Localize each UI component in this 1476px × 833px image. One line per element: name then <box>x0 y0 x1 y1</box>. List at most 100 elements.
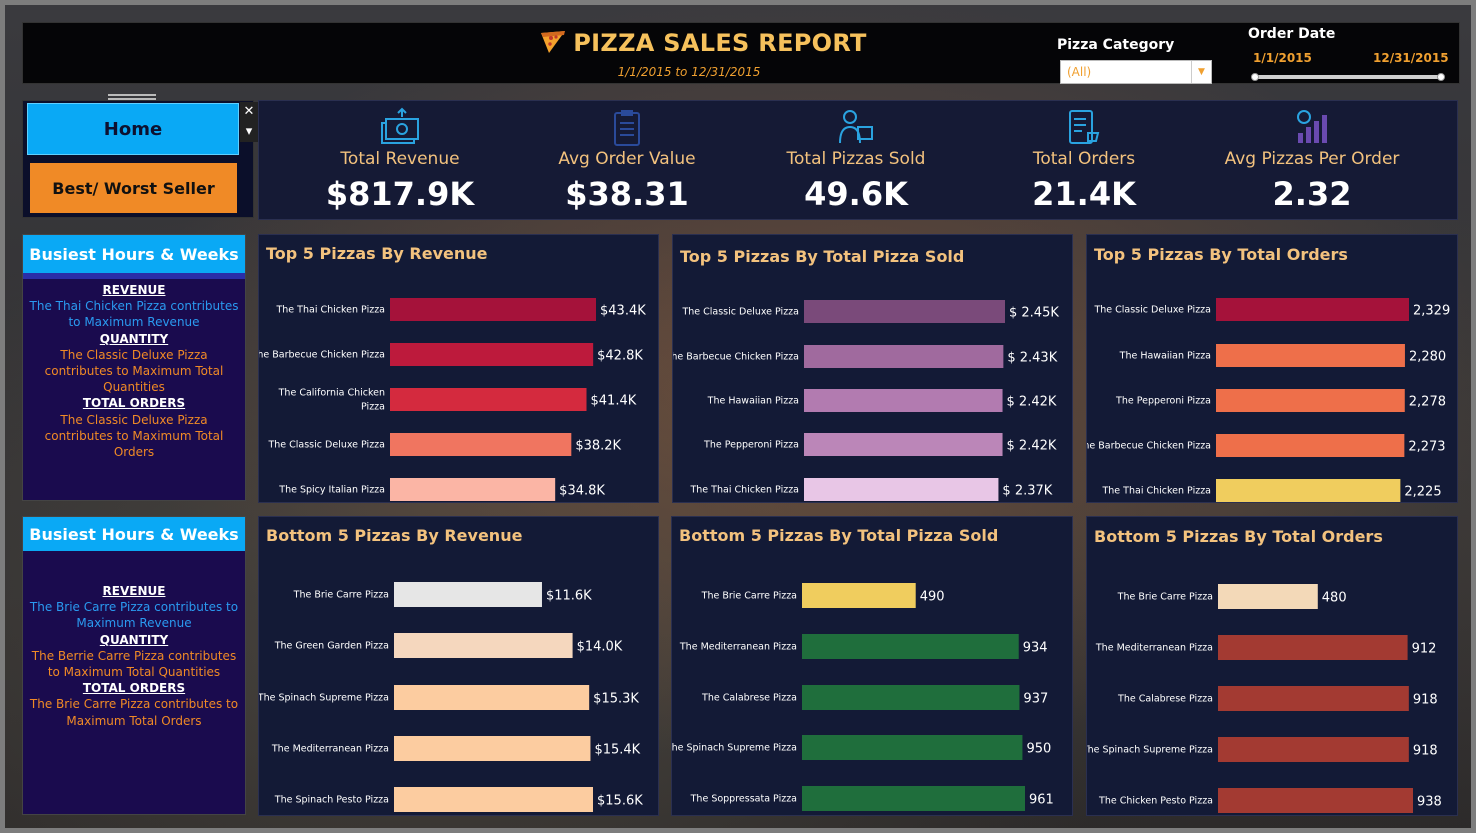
data-label: $15.4K <box>594 743 640 758</box>
category-label: The Thai Chicken Pizza <box>275 305 385 316</box>
bar[interactable] <box>390 343 594 366</box>
kpi-avg-pizzas-per-order: Avg Pizzas Per Order 2.32 <box>1197 101 1427 213</box>
bar-chart-svg: The Brie Carre Pizza 480 The Mediterranean… <box>1087 584 1442 813</box>
data-label: 480 <box>1322 591 1347 606</box>
bar[interactable] <box>1216 434 1405 457</box>
category-label: The Barbecue Chicken Pizza <box>1087 441 1211 452</box>
bar[interactable] <box>1218 788 1413 813</box>
chart-bottom5-revenue: Bottom 5 Pizzas By Revenue The Brie Carr… <box>258 516 659 816</box>
data-label: 912 <box>1412 642 1437 657</box>
kpi-value: 21.4K <box>1032 175 1136 213</box>
insights-panel-bottom: Busiest Hours & Weeks REVENUE The Brie C… <box>22 516 246 815</box>
orders-insight: The Classic Deluxe Pizza contributes to … <box>44 412 224 460</box>
close-icon[interactable]: ✕ <box>240 102 258 120</box>
category-label: The Pepperoni Pizza <box>1115 396 1211 407</box>
bar-chart-svg: The Brie Carre Pizza $11.6K The Green Gard… <box>259 582 643 812</box>
category-label: The Classic Deluxe Pizza <box>681 307 799 318</box>
chart-bottom5-orders: Bottom 5 Pizzas By Total Orders The Brie… <box>1086 516 1458 816</box>
bar-chart-svg: The Classic Deluxe Pizza $ 2.45K The Barbe… <box>673 300 1059 501</box>
bar[interactable] <box>802 735 1023 760</box>
title-text: PIZZA SALES REPORT <box>573 29 867 57</box>
page-title: PIZZA SALES REPORT <box>23 29 1383 57</box>
bar[interactable] <box>390 298 596 321</box>
category-label: The California Chicken Pizza <box>278 388 385 413</box>
bar[interactable] <box>804 300 1005 323</box>
bar[interactable] <box>1216 298 1409 321</box>
order-date-slider-track[interactable] <box>1254 75 1444 79</box>
bar[interactable] <box>394 736 591 761</box>
bar[interactable] <box>390 433 572 456</box>
bar[interactable] <box>804 389 1003 412</box>
data-label: $ 2.37K <box>1002 484 1052 499</box>
chevron-down-icon[interactable]: ▼ <box>1191 61 1211 83</box>
category-label: The Hawaiian Pizza <box>707 396 799 407</box>
data-label: $ 2.43K <box>1007 351 1057 366</box>
category-label: The Classic Deluxe Pizza <box>267 440 385 451</box>
pizza-category-label: Pizza Category <box>1057 37 1175 53</box>
bar[interactable] <box>804 345 1004 368</box>
category-label: The Thai Chicken Pizza <box>1101 486 1211 497</box>
order-date-slider-start-handle[interactable] <box>1251 73 1259 81</box>
bar[interactable] <box>394 633 573 658</box>
kpi-value: $817.9K <box>325 175 475 213</box>
home-button[interactable]: Home <box>27 103 239 155</box>
category-label: The Barbecue Chicken Pizza <box>259 350 385 361</box>
kpi-label: Avg Pizzas Per Order <box>1224 149 1400 169</box>
revenue-insight: The Thai Chicken Pizza contributes to Ma… <box>29 299 239 330</box>
insights-body: REVENUE The Thai Chicken Pizza contribut… <box>29 282 239 460</box>
pizza-category-value: (All) <box>1067 65 1092 79</box>
quantity-heading: QUANTITY <box>99 632 169 647</box>
kpi-total-pizzas-sold: Total Pizzas Sold 49.6K <box>741 101 971 213</box>
orders-heading: TOTAL ORDERS <box>82 681 186 696</box>
data-label: $ 2.45K <box>1009 306 1059 321</box>
category-label: The Barbecue Chicken Pizza <box>673 352 799 363</box>
growth-chart-icon <box>1297 110 1327 143</box>
bar[interactable] <box>1218 635 1408 660</box>
bar[interactable] <box>804 478 999 501</box>
bar[interactable] <box>1216 389 1405 412</box>
clipboard-icon <box>614 110 640 146</box>
bar[interactable] <box>394 787 593 812</box>
close-panel-button[interactable]: ✕ ▾ <box>240 102 258 142</box>
bar[interactable] <box>802 634 1019 659</box>
revenue-heading: REVENUE <box>102 584 166 598</box>
bar[interactable] <box>802 685 1020 710</box>
data-label: $34.8K <box>559 484 605 499</box>
bar[interactable] <box>394 582 542 607</box>
data-label: $43.4K <box>600 304 646 319</box>
bar[interactable] <box>802 786 1025 811</box>
data-label: $15.6K <box>597 794 643 809</box>
bar[interactable] <box>390 478 556 501</box>
kpi-avg-order-value: Avg Order Value $38.31 <box>512 101 742 213</box>
drag-handle[interactable] <box>108 92 156 102</box>
data-label: 918 <box>1413 693 1438 708</box>
pizza-category-dropdown[interactable]: (All) ▼ <box>1060 60 1212 84</box>
category-label: The Brie Carre Pizza <box>293 590 389 601</box>
data-label: 490 <box>920 590 945 605</box>
category-label: The Spinach Pesto Pizza <box>274 795 389 806</box>
bar[interactable] <box>802 583 916 608</box>
data-label: $14.0K <box>577 640 623 655</box>
menu-arrow-icon[interactable]: ▾ <box>240 124 258 140</box>
category-label: The Thai Chicken Pizza <box>689 485 799 496</box>
revenue-heading: REVENUE <box>102 283 166 297</box>
data-label: 2,225 <box>1404 485 1441 500</box>
data-label: $41.4K <box>591 394 637 409</box>
bar[interactable] <box>1218 584 1318 609</box>
bar[interactable] <box>804 433 1003 456</box>
best-worst-seller-button[interactable]: Best/ Worst Seller <box>30 163 237 213</box>
category-label: The Hawaiian Pizza <box>1119 351 1211 362</box>
orders-insight: The Brie Carre Pizza contributes to Maxi… <box>29 697 239 728</box>
kpi-value: $38.31 <box>565 175 689 213</box>
bar[interactable] <box>1216 344 1405 367</box>
data-label: 2,329 <box>1413 304 1450 319</box>
bar[interactable] <box>390 388 587 411</box>
header-bar: PIZZA SALES REPORT 1/1/2015 to 12/31/201… <box>22 22 1460 84</box>
kpi-total-orders: Total Orders 21.4K <box>969 101 1199 213</box>
bar[interactable] <box>1216 479 1401 502</box>
order-date-slider-end-handle[interactable] <box>1437 73 1445 81</box>
bar[interactable] <box>394 685 590 710</box>
data-label: $38.2K <box>575 439 621 454</box>
bar[interactable] <box>1218 686 1409 711</box>
bar[interactable] <box>1218 737 1409 762</box>
